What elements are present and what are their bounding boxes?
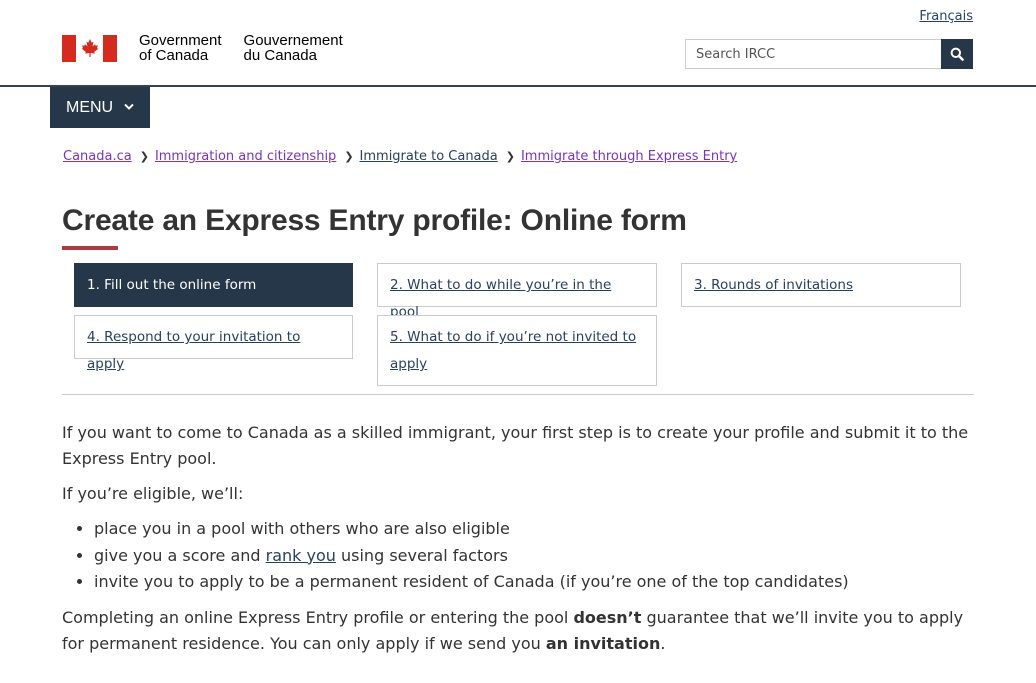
step-3-tab[interactable]: 3. Rounds of invitations	[681, 263, 961, 307]
chevron-right-icon: ❯	[505, 150, 515, 163]
step-2-tab[interactable]: 2. What to do while you’re in the pool	[377, 263, 657, 320]
step-4-tab[interactable]: 4. Respond to your invitation to apply	[74, 315, 353, 372]
breadcrumb: Canada.ca ❯ Immigration and citizenship …	[63, 149, 737, 164]
breadcrumb-immigrate[interactable]: Immigrate to Canada	[360, 149, 498, 164]
chevron-right-icon: ❯	[139, 150, 149, 163]
menu-button[interactable]: MENU	[50, 87, 150, 128]
maple-leaf-icon	[81, 39, 98, 57]
eligible-lead: If you’re eligible, we’ll:	[62, 484, 244, 503]
step-1-tab[interactable]: 1. Fill out the online form	[74, 263, 353, 307]
page-title: Create an Express Entry profile: Online …	[62, 204, 687, 237]
government-of-canada-signature[interactable]: Government of Canada Gouvernement du Can…	[62, 33, 343, 63]
main-content: If you want to come to Canada as a skill…	[62, 420, 982, 666]
chevron-right-icon: ❯	[344, 150, 354, 163]
breadcrumb-canada[interactable]: Canada.ca	[63, 149, 132, 164]
brand-french: Gouvernement du Canada	[243, 32, 343, 64]
intro-paragraph: If you want to come to Canada as a skill…	[62, 423, 969, 468]
rank-you-link[interactable]: rank you	[266, 546, 336, 565]
title-underline	[62, 246, 118, 250]
search-icon	[950, 47, 964, 61]
brand-english: Government of Canada	[139, 32, 222, 64]
search-button[interactable]	[941, 39, 973, 69]
site-search: Search IRCC	[685, 39, 973, 69]
canada-flag-logo	[62, 34, 117, 62]
step-5-tab[interactable]: 5. What to do if you’re not invited to a…	[377, 315, 657, 386]
chevron-down-icon	[124, 102, 134, 114]
breadcrumb-immigration[interactable]: Immigration and citizenship	[155, 149, 336, 164]
steps-divider	[62, 394, 974, 395]
language-toggle-link[interactable]: Français	[919, 9, 973, 24]
header-divider	[0, 85, 1036, 87]
list-item: invite you to apply to be a permanent re…	[94, 569, 982, 596]
breadcrumb-express-entry[interactable]: Immigrate through Express Entry	[521, 149, 737, 164]
menu-label: MENU	[66, 98, 114, 116]
list-item: give you a score and rank you using seve…	[94, 543, 982, 570]
closing-paragraph: Completing an online Express Entry profi…	[62, 607, 964, 653]
search-input[interactable]: Search IRCC	[685, 39, 941, 69]
eligibility-list: place you in a pool with others who are …	[94, 516, 982, 596]
list-item: place you in a pool with others who are …	[94, 516, 982, 543]
